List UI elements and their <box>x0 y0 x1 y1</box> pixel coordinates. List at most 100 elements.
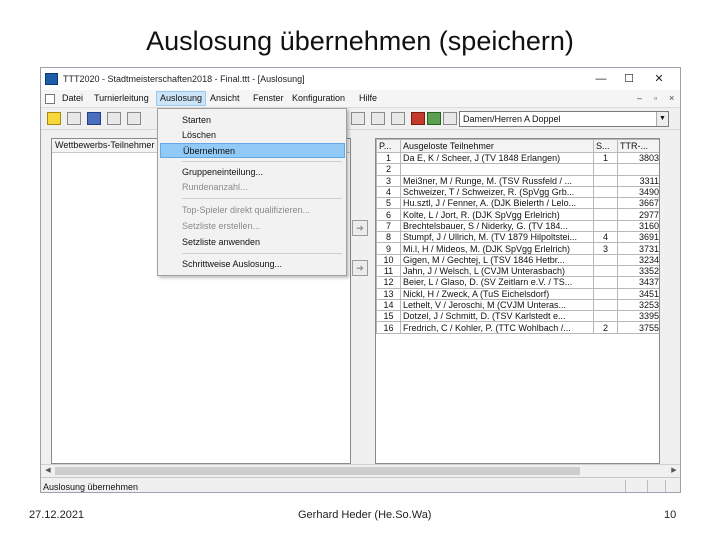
menu-item-top-spieler[interactable]: Top-Spieler direkt qualifizieren... <box>160 203 345 218</box>
cell-ttr: 2977 <box>617 208 659 221</box>
table-row[interactable]: 12 Beier, L / Glaso, D. (SV Zeitlarn e.V.… <box>376 276 659 289</box>
draw-icon[interactable] <box>107 112 121 125</box>
cell-ttr: 3803 <box>617 151 659 165</box>
cell-seed <box>593 185 618 199</box>
mdi-minimize-button[interactable]: – <box>637 93 642 103</box>
menu-ansicht[interactable]: Ansicht <box>207 93 243 103</box>
menu-item-schrittweise-auslosung[interactable]: Schrittweise Auslosung... <box>160 257 345 272</box>
table-row[interactable]: 3 Mei3ner, M / Runge, M. (TSV Russfeld / … <box>376 174 659 187</box>
cell-position: 11 <box>376 264 401 278</box>
maximize-button[interactable]: ☐ <box>618 71 640 87</box>
cell-ttr: 3451 <box>617 287 659 300</box>
menu-konfiguration[interactable]: Konfiguration <box>289 93 348 103</box>
table-row[interactable]: 7 Brechtelsbauer, S / Niderky, G. (TV 184… <box>376 219 659 233</box>
minimize-button[interactable]: — <box>590 71 612 87</box>
cell-seed <box>593 197 618 210</box>
cell-ttr: 3667 <box>617 197 659 210</box>
table-row[interactable]: 9 Mi.l, H / Mideos, M. (DJK SpVgg Erlelri… <box>376 242 659 255</box>
mdi-close-button[interactable]: × <box>669 93 674 103</box>
cell-seed <box>593 287 618 300</box>
cell-ttr: 3352 <box>617 264 659 278</box>
cell-participant: Mei3ner, M / Runge, M. (TSV Russfeld / .… <box>400 174 594 187</box>
status-divider <box>647 480 648 492</box>
cell-position: 2 <box>376 163 401 176</box>
mdi-restore-button[interactable]: ▫ <box>654 93 657 103</box>
cell-participant: Stumpf, J / Ullrich, M. (TV 1879 Hilpolt… <box>400 231 594 244</box>
scrollbar-thumb[interactable] <box>55 467 580 475</box>
menu-item-gruppeneinteilung[interactable]: Gruppeneinteilung... <box>160 165 345 180</box>
table-row[interactable]: 10 Gigen, M / Gechtej, L (TSV 1846 Hetbr.… <box>376 253 659 266</box>
cell-position: 6 <box>376 208 401 221</box>
cell-ttr: 3490 <box>617 185 659 199</box>
status-divider <box>625 480 626 492</box>
scroll-right-icon[interactable]: ▶ <box>669 466 679 476</box>
menu-auslosung[interactable]: Auslosung <box>156 91 207 106</box>
menu-item-starten[interactable]: Starten <box>160 113 345 128</box>
move-right-button[interactable]: ➔ <box>352 220 368 236</box>
table-row[interactable]: 11 Jahn, J / Welsch, L (CVJM Unterasbach)… <box>376 264 659 278</box>
table-row[interactable]: 16 Fredrich, C / Kohler, P. (TTC Wohlbach… <box>376 321 659 334</box>
print-icon[interactable] <box>67 112 81 125</box>
star-icon[interactable] <box>411 112 425 125</box>
table-row[interactable]: 14 Lethelt, V / Jeroschi, M (CVJM Unteras… <box>376 298 659 312</box>
cell-seed <box>593 298 618 312</box>
cell-ttr <box>617 163 659 176</box>
cell-position: 9 <box>376 242 401 255</box>
page-number: 10 <box>664 509 677 521</box>
save-icon[interactable] <box>47 112 61 125</box>
menu-item-setzliste-erstellen[interactable]: Setzliste erstellen... <box>160 219 345 234</box>
menu-turnierleitung[interactable]: Turnierleitung <box>91 93 152 103</box>
book-icon[interactable] <box>427 112 441 125</box>
column-header-position[interactable]: P... <box>376 139 401 153</box>
cell-seed <box>593 253 618 266</box>
window-title: TTT2020 - Stadtmeisterschaften2018 - Fin… <box>63 74 305 84</box>
table-row[interactable]: 13 Nickl, H / Zweck, A (TuS Eichelsdorf) 3… <box>376 287 659 300</box>
menu-datei[interactable]: Datei <box>59 93 86 103</box>
cell-seed <box>593 219 618 233</box>
table-row[interactable]: 5 Hu.sztl, J / Fenner, A. (DJK Bielerth /… <box>376 197 659 210</box>
menu-fenster[interactable]: Fenster <box>250 93 287 103</box>
menu-item-setzliste-anwenden[interactable]: Setzliste anwenden <box>160 235 345 250</box>
list-icon[interactable] <box>391 112 405 125</box>
menu-item-loeschen[interactable]: Löschen <box>160 128 345 143</box>
cell-position: 15 <box>376 310 401 323</box>
close-button[interactable]: ✕ <box>648 71 670 87</box>
table-row[interactable]: 1 Da E, K / Scheer, J (TV 1848 Erlangen) 1… <box>376 151 659 165</box>
rules-icon[interactable] <box>87 112 101 125</box>
tools-icon[interactable] <box>127 112 141 125</box>
cell-ttr: 3160 <box>617 219 659 233</box>
table-row[interactable]: 15 Dotzel, J / Schmitt, D. (TSV Karlstedt… <box>376 310 659 323</box>
competition-select-value: Damen/Herren A Doppel <box>463 114 561 124</box>
cell-seed: 1 <box>593 151 618 165</box>
table-row[interactable]: 4 Schweizer, T / Schweizer, R. (SpVgg Grb… <box>376 185 659 199</box>
column-header-ttr[interactable]: TTR-... <box>617 139 659 153</box>
table-row[interactable]: 2 <box>376 163 659 176</box>
horizontal-scrollbar[interactable]: ◀ ▶ <box>41 464 680 476</box>
cell-ttr: 3253 <box>617 298 659 312</box>
scroll-left-icon[interactable]: ◀ <box>43 466 53 476</box>
toolbar: Damen/Herren A Doppel ▼ <box>41 108 680 130</box>
menu-item-rundenanzahl[interactable]: Rundenanzahl... <box>160 180 345 195</box>
cell-position: 7 <box>376 219 401 233</box>
table-row[interactable]: 8 Stumpf, J / Ullrich, M. (TV 1879 Hilpol… <box>376 231 659 244</box>
grid-icon[interactable] <box>371 112 385 125</box>
cell-participant: Schweizer, T / Schweizer, R. (SpVgg Grb.… <box>400 185 594 199</box>
chevron-down-icon[interactable]: ▼ <box>656 112 668 126</box>
menu-hilfe[interactable]: Hilfe <box>356 93 380 103</box>
column-header-participants[interactable]: Ausgeloste Teilnehmer <box>400 139 594 153</box>
status-text: Auslosung übernehmen <box>43 482 139 492</box>
move-left-button[interactable]: ➔ <box>352 260 368 276</box>
app-window: TTT2020 - Stadtmeisterschaften2018 - Fin… <box>40 67 681 493</box>
cell-seed <box>593 174 618 187</box>
next-icon[interactable] <box>351 112 365 125</box>
status-divider <box>665 480 666 492</box>
help-icon[interactable] <box>443 112 457 125</box>
menu-item-uebernehmen[interactable]: Übernehmen <box>160 143 345 158</box>
competition-select[interactable]: Damen/Herren A Doppel ▼ <box>459 111 669 127</box>
column-header-seed[interactable]: S... <box>593 139 618 153</box>
status-bar: Auslosung übernehmen <box>41 477 680 492</box>
document-icon[interactable] <box>45 94 55 104</box>
table-row[interactable]: 6 Kolte, L / Jort, R. (DJK SpVgg Erlelric… <box>376 208 659 221</box>
cell-position: 3 <box>376 174 401 187</box>
slide-title: Auslosung übernehmen (speichern) <box>146 26 574 56</box>
